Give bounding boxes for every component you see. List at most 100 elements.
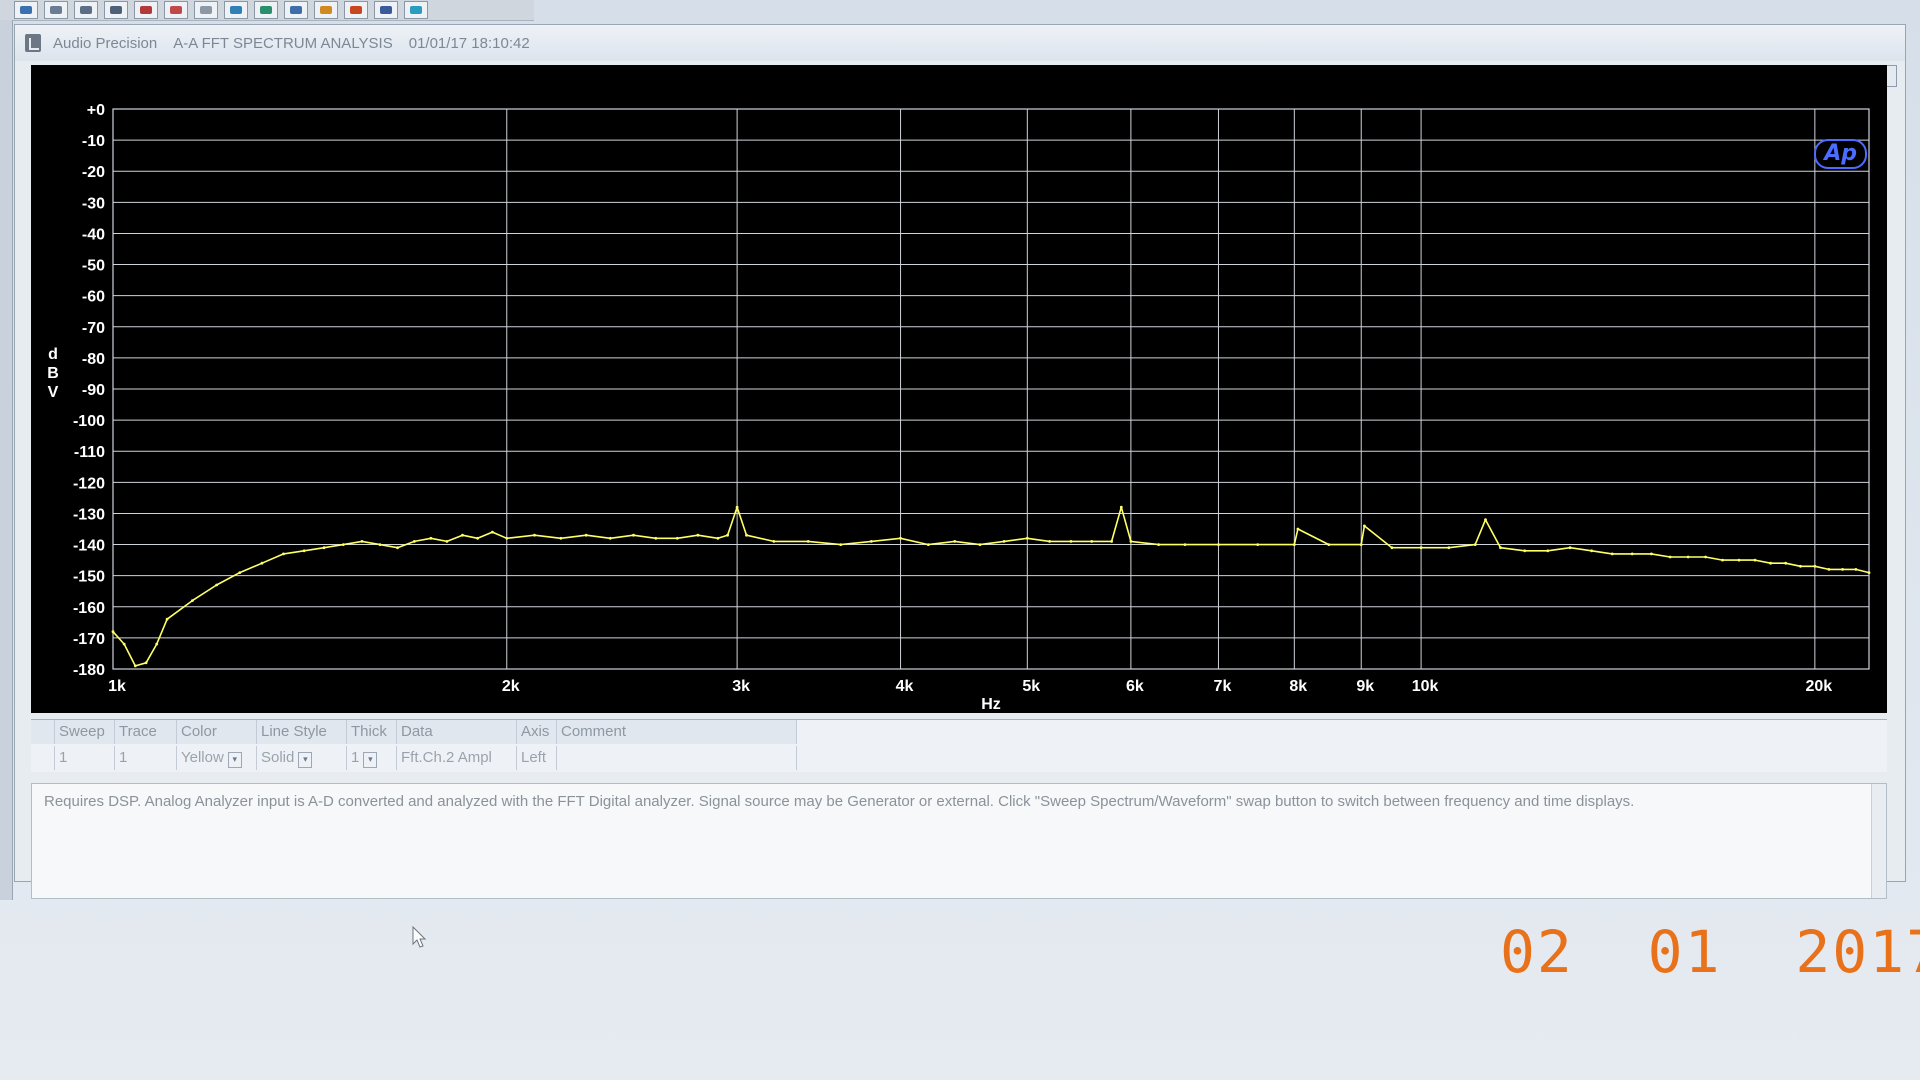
trace-point <box>1737 558 1741 562</box>
description-content: Requires DSP. Analog Analyzer input is A… <box>44 793 1635 810</box>
trace-point <box>260 561 264 565</box>
x-tick-label: 3k <box>732 678 750 695</box>
bar-graph-icon[interactable] <box>134 1 158 19</box>
header-trace: Trace <box>115 720 177 744</box>
panel-icon[interactable] <box>254 1 278 19</box>
color-dropdown-icon[interactable]: ▾ <box>227 752 242 768</box>
trace-point <box>1002 540 1006 543</box>
x-tick-label: 2k <box>502 678 520 695</box>
filter-icon[interactable] <box>164 1 188 19</box>
x-tick-label: 7k <box>1214 678 1232 695</box>
trace-point <box>1256 543 1260 546</box>
line-style-value: Solid <box>261 749 295 766</box>
trace-point <box>1217 543 1220 546</box>
trace-point <box>654 536 658 540</box>
title-bar[interactable]: Audio Precision A-A FFT SPECTRUM ANALYSI… <box>15 25 1905 61</box>
trace-point <box>491 530 494 534</box>
trace-point <box>1668 555 1672 559</box>
x-tick-label: 10k <box>1412 678 1439 695</box>
fft-amplitude-trace <box>112 506 1870 667</box>
toolbar <box>0 0 534 21</box>
legend-row[interactable]: 1 1 Yellow ▾ Solid ▾ 1 ▾ Fft.Ch.2 Ampl Left <box>31 746 1887 770</box>
trace-point <box>133 664 137 668</box>
y-tick-label: -150 <box>73 569 105 586</box>
trace-point <box>745 533 748 537</box>
trace-point <box>632 533 635 537</box>
trace-point <box>953 540 957 543</box>
y-tick-label: -90 <box>82 382 105 399</box>
ap-logo: Ap <box>1814 139 1867 169</box>
trace-point <box>726 533 729 537</box>
cell-sweep: 1 <box>55 746 115 770</box>
trace-point <box>584 533 588 537</box>
trace-point <box>1110 540 1113 543</box>
trace-point <box>806 540 810 543</box>
trace-point <box>1784 561 1788 565</box>
y-tick-label: -70 <box>82 320 105 337</box>
y-tick-label: -120 <box>73 475 105 492</box>
cell-thick[interactable]: 1 ▾ <box>347 746 397 770</box>
header-thick: Thick <box>347 720 397 744</box>
cell-data[interactable]: Fft.Ch.2 Ampl <box>397 746 517 770</box>
trace-point <box>396 546 399 550</box>
thick-dropdown-icon[interactable]: ▾ <box>363 752 378 768</box>
color-value: Yellow <box>181 749 224 766</box>
cell-axis[interactable]: Left <box>517 746 557 770</box>
y-tick-label: -10 <box>82 133 105 150</box>
panel-icon[interactable] <box>314 1 338 19</box>
trace-point <box>1419 546 1423 550</box>
y-tick-label: -40 <box>82 226 105 243</box>
x-tick-label: 5k <box>1022 678 1040 695</box>
settings-icon[interactable] <box>44 1 68 19</box>
trace-point <box>155 642 159 646</box>
trace-point <box>341 543 345 546</box>
description-scrollbar[interactable] <box>1871 784 1886 898</box>
header-data: Data <box>397 720 517 744</box>
sweep-icon[interactable] <box>14 1 38 19</box>
panel-icon[interactable] <box>404 1 428 19</box>
trace-point <box>1129 540 1133 543</box>
y-axis-label: dBV <box>47 346 59 401</box>
panel-icon[interactable] <box>224 1 248 19</box>
trace-point <box>1119 505 1123 509</box>
trace-point <box>1854 568 1858 571</box>
cell-comment[interactable] <box>557 746 797 770</box>
y-tick-label: -50 <box>82 258 105 275</box>
x-tick-label: 20k <box>1806 678 1833 695</box>
report-icon[interactable] <box>194 1 218 19</box>
trace-point <box>978 543 982 546</box>
trace-point <box>1650 552 1653 556</box>
header-color: Color <box>177 720 257 744</box>
trace-point <box>1827 568 1831 571</box>
trace-point <box>716 536 720 540</box>
trace-point <box>360 540 364 543</box>
left-scroll-strip[interactable] <box>0 20 13 900</box>
header-comment: Comment <box>557 720 797 744</box>
trace-point <box>215 583 219 587</box>
line-style-dropdown-icon[interactable]: ▾ <box>298 752 313 768</box>
panel-icon[interactable] <box>374 1 398 19</box>
trace-point <box>839 543 843 546</box>
y-tick-label: -160 <box>73 600 105 617</box>
trace-legend-table[interactable]: Sweep Trace Color Line Style Thick Data … <box>31 719 1887 772</box>
trace-point <box>1769 561 1772 565</box>
trace-point <box>1484 518 1487 522</box>
panel-icon[interactable] <box>284 1 308 19</box>
plot-panel[interactable]: +0 -10 -20 -30 -40 -50 -60 -70 -80 -90 -100 -110 -12… <box>31 65 1887 713</box>
fft-spectrum-chart[interactable]: +0 -10 -20 -30 -40 -50 -60 -70 -80 -90 -100 -110 -12… <box>31 65 1887 713</box>
row-select-checkbox[interactable] <box>31 746 55 770</box>
header-line-style: Line Style <box>257 720 347 744</box>
analyzer-icon[interactable] <box>104 1 128 19</box>
x-tick-label: 8k <box>1289 678 1307 695</box>
trace-point <box>122 642 126 646</box>
trace-point <box>1590 549 1593 553</box>
y-tick-label: -80 <box>82 351 105 368</box>
trace-point <box>608 536 612 540</box>
trace-point <box>413 540 416 543</box>
cell-color[interactable]: Yellow ▾ <box>177 746 257 770</box>
generator-icon[interactable] <box>74 1 98 19</box>
panel-icon[interactable] <box>344 1 368 19</box>
cell-line-style[interactable]: Solid ▾ <box>257 746 347 770</box>
y-tick-label: -100 <box>73 413 105 430</box>
trace-point <box>282 552 285 556</box>
